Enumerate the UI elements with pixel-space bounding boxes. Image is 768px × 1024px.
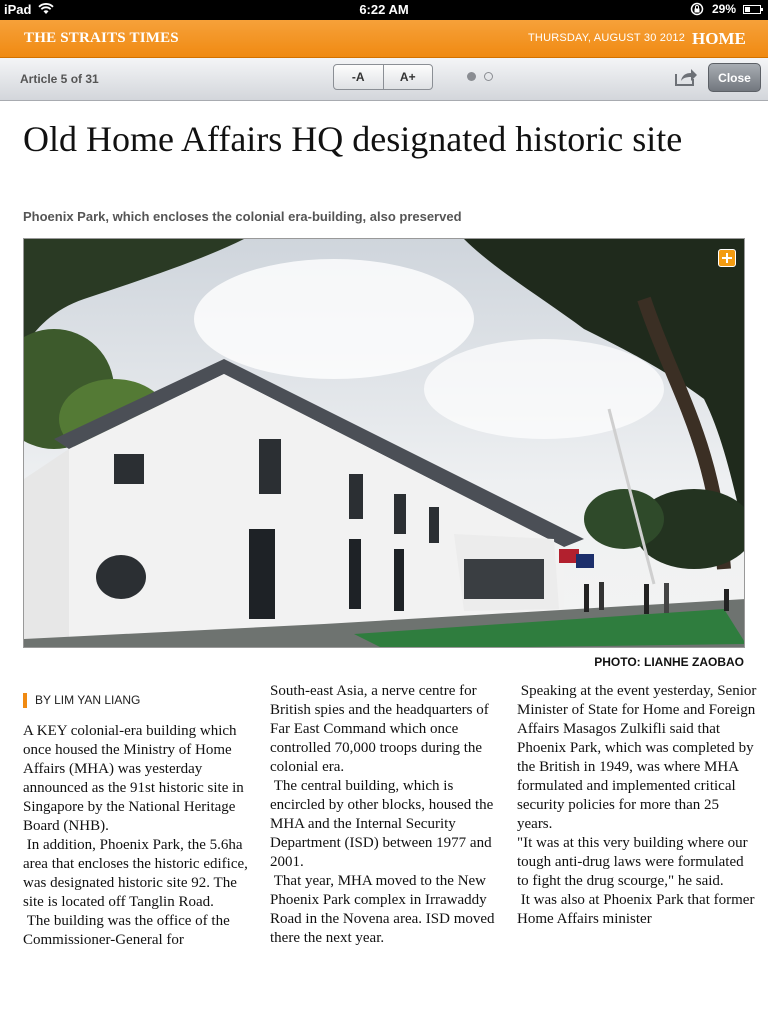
building-photo-illustration — [24, 239, 744, 647]
page-dot[interactable] — [484, 72, 493, 81]
paragraph: A KEY colonial-era building which once h… — [23, 723, 244, 834]
photo-credit: PHOTO: LIANHE ZAOBAO — [594, 655, 744, 669]
decrease-font-button[interactable]: -A — [334, 65, 383, 89]
article-byline: BY LIM YAN LIANG — [23, 693, 140, 708]
page-dot-current[interactable] — [467, 72, 476, 81]
paragraph: The central building, which is encircled… — [270, 778, 494, 870]
article-column-3: Speaking at the event yesterday, Senior … — [517, 682, 757, 929]
battery-percent: 29% — [712, 2, 737, 16]
share-icon[interactable] — [674, 67, 698, 87]
battery-icon — [743, 5, 763, 14]
paragraph: The building was the office of the Commi… — [23, 913, 230, 948]
paragraph: Speaking at the event yesterday, Senior … — [517, 683, 757, 832]
paragraph: It was also at Phoenix Park that former … — [517, 892, 755, 927]
close-button[interactable]: Close — [708, 63, 761, 92]
article-column-1: A KEY colonial-era building which once h… — [23, 722, 261, 950]
article-subheadline: Phoenix Park, which encloses the colonia… — [23, 209, 462, 224]
article-headline: Old Home Affairs HQ designated historic … — [23, 119, 683, 159]
font-size-control: -A A+ — [333, 64, 433, 90]
ios-status-bar: iPad 6:22 AM 29% — [0, 0, 768, 20]
expand-photo-icon[interactable] — [718, 249, 736, 267]
article-column-2: South-east Asia, a nerve centre for Brit… — [270, 682, 510, 948]
paragraph: That year, MHA moved to the New Phoenix … — [270, 873, 495, 946]
paragraph: South-east Asia, a nerve centre for Brit… — [270, 683, 489, 775]
newspaper-logo[interactable]: THE STRAITS TIMES — [24, 30, 179, 47]
edition-date: THURSDAY, AUGUST 30 2012 — [528, 32, 686, 44]
clock: 6:22 AM — [359, 2, 409, 17]
masthead-bar: THE STRAITS TIMES THURSDAY, AUGUST 30 20… — [0, 20, 768, 58]
page-indicator[interactable] — [467, 72, 493, 82]
paragraph: In addition, Phoenix Park, the 5.6ha are… — [23, 837, 248, 910]
paragraph: "It was at this very building where our … — [517, 835, 748, 889]
rotation-lock-icon — [690, 2, 704, 16]
article-toolbar: Article 5 of 31 -A A+ Close — [0, 58, 768, 101]
article-photo[interactable] — [23, 238, 745, 648]
increase-font-button[interactable]: A+ — [382, 65, 433, 89]
section-title: HOME — [692, 29, 746, 48]
article-counter: Article 5 of 31 — [20, 72, 99, 86]
